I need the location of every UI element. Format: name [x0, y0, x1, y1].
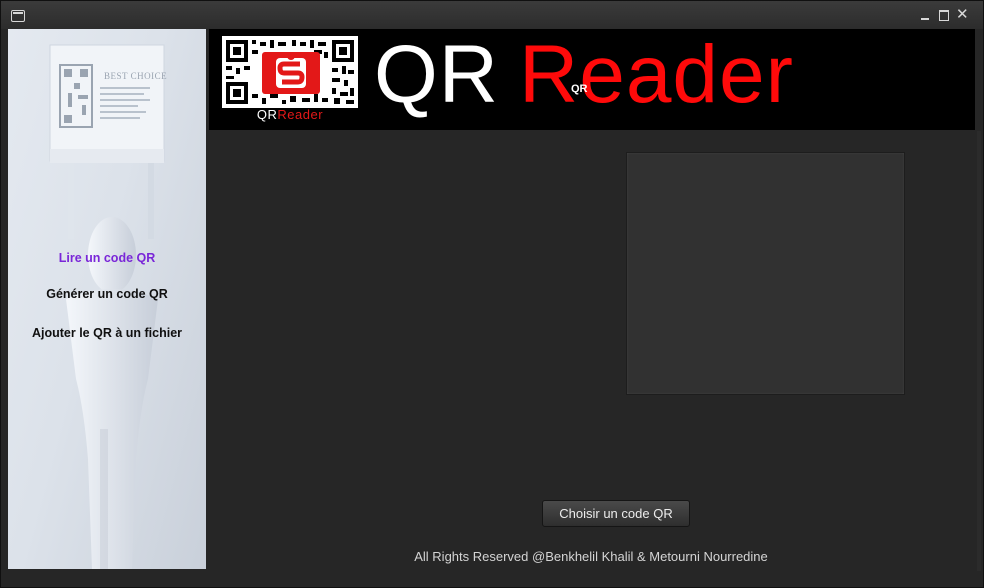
title-bar[interactable]: ✕ [1, 1, 983, 29]
sidebar-item-generate-qr[interactable]: Générer un code QR [8, 287, 206, 301]
app-title: QR Reader [374, 32, 794, 118]
qr-image-preview [626, 152, 905, 395]
close-button[interactable]: ✕ [956, 7, 969, 22]
header-banner: QRReader QR Reader QR [209, 29, 975, 130]
qr-logo-icon [222, 36, 358, 108]
choose-qr-button[interactable]: Choisir un code QR [542, 500, 690, 527]
app-title-small-qr: QR [571, 83, 588, 95]
sidebar-item-read-qr[interactable]: Lire un code QR [8, 251, 206, 265]
window-right-edge [977, 131, 981, 571]
poster-text: BEST CHOICE [104, 71, 168, 81]
app-window-icon [11, 10, 25, 22]
app-title-reader: Reader [519, 29, 794, 120]
maximize-button[interactable] [938, 9, 950, 21]
qr-logo-caption: QRReader [222, 107, 358, 122]
sidebar-item-add-qr-to-file[interactable]: Ajouter le QR à un fichier [8, 326, 206, 340]
copyright-footer: All Rights Reserved @Benkhelil Khalil & … [414, 549, 768, 564]
sidebar: BEST CHOICE Lire un code QR Générer un c… [8, 29, 206, 569]
app-title-qr: QR [374, 29, 499, 120]
qr-logo-caption-reader: Reader [277, 107, 324, 122]
minimize-button[interactable] [919, 9, 931, 21]
qr-logo-caption-qr: QR [256, 107, 278, 122]
app-window: ✕ BEST CHOICE Lire un code QR Générer un… [0, 0, 984, 588]
